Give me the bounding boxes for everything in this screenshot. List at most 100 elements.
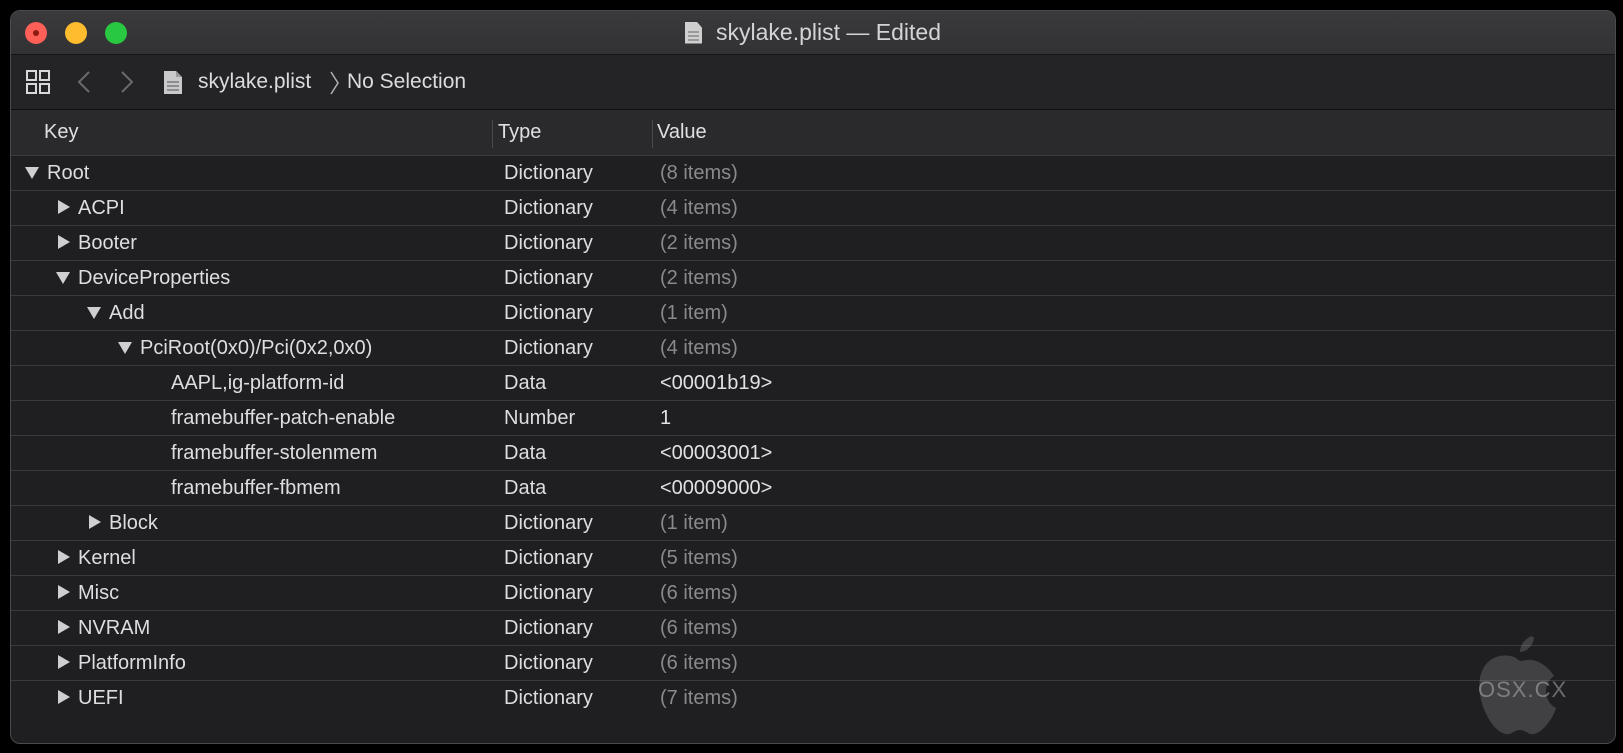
plist-editor-window: skylake.plist — Edited skylake.plist No … <box>10 10 1616 744</box>
table-row[interactable]: framebuffer-fbmem Data <00009000> <box>11 471 1615 506</box>
table-row[interactable]: Misc Dictionary (6 items) <box>11 576 1615 611</box>
column-header-key[interactable]: Key <box>44 110 78 155</box>
row-key-label: Add <box>109 302 145 324</box>
title-bar[interactable]: skylake.plist — Edited <box>11 11 1615 55</box>
row-key[interactable]: Block <box>86 506 158 540</box>
disclosure-expanded-icon[interactable] <box>86 304 102 320</box>
row-key[interactable]: Add <box>86 296 145 330</box>
row-type[interactable]: Dictionary <box>504 331 593 365</box>
row-type[interactable]: Dictionary <box>504 646 593 680</box>
forward-arrow-icon[interactable] <box>117 69 137 95</box>
row-value[interactable]: (4 items) <box>660 191 738 225</box>
back-arrow-icon[interactable] <box>74 69 94 95</box>
disclosure-expanded-icon[interactable] <box>117 339 133 355</box>
row-key-label: Kernel <box>78 547 136 569</box>
row-key[interactable]: ACPI <box>55 191 125 225</box>
row-value[interactable]: (4 items) <box>660 331 738 365</box>
row-value[interactable]: (6 items) <box>660 646 738 680</box>
row-key[interactable]: PciRoot(0x0)/Pci(0x2,0x0) <box>117 331 372 365</box>
row-type[interactable]: Dictionary <box>504 541 593 575</box>
row-type[interactable]: Data <box>504 366 546 400</box>
row-key-label: PciRoot(0x0)/Pci(0x2,0x0) <box>140 337 373 359</box>
row-key[interactable]: UEFI <box>55 681 124 715</box>
row-key[interactable]: NVRAM <box>55 611 150 645</box>
title-area: skylake.plist — Edited <box>11 11 1615 54</box>
row-key-label: Booter <box>78 232 137 254</box>
row-value[interactable]: (6 items) <box>660 576 738 610</box>
disclosure-collapsed-icon[interactable] <box>55 199 71 215</box>
table-row[interactable]: NVRAM Dictionary (6 items) <box>11 611 1615 646</box>
row-value[interactable]: (7 items) <box>660 681 738 715</box>
table-row[interactable]: ACPI Dictionary (4 items) <box>11 191 1615 226</box>
disclosure-expanded-icon[interactable] <box>24 164 40 180</box>
related-items-grid-icon[interactable] <box>26 70 50 94</box>
row-key[interactable]: framebuffer-fbmem <box>171 471 341 505</box>
column-divider[interactable] <box>652 120 653 148</box>
table-row[interactable]: Kernel Dictionary (5 items) <box>11 541 1615 576</box>
table-row[interactable]: framebuffer-patch-enable Number 1 <box>11 401 1615 436</box>
row-value[interactable]: (2 items) <box>660 226 738 260</box>
row-type[interactable]: Dictionary <box>504 261 593 295</box>
disclosure-collapsed-icon[interactable] <box>86 514 102 530</box>
row-value[interactable]: (5 items) <box>660 541 738 575</box>
row-type[interactable]: Number <box>504 401 575 435</box>
disclosure-collapsed-icon[interactable] <box>55 234 71 250</box>
row-type[interactable]: Dictionary <box>504 681 593 715</box>
row-key[interactable]: Misc <box>55 576 119 610</box>
row-key[interactable]: framebuffer-stolenmem <box>171 436 377 470</box>
column-header-type[interactable]: Type <box>498 110 541 155</box>
table-row[interactable]: Booter Dictionary (2 items) <box>11 226 1615 261</box>
disclosure-collapsed-icon[interactable] <box>55 689 71 705</box>
column-header-value[interactable]: Value <box>657 110 707 155</box>
disclosure-collapsed-icon[interactable] <box>55 654 71 670</box>
row-type[interactable]: Dictionary <box>504 611 593 645</box>
row-key[interactable]: Booter <box>55 226 137 260</box>
row-key[interactable]: AAPL,ig-platform-id <box>171 366 344 400</box>
table-row[interactable]: UEFI Dictionary (7 items) <box>11 681 1615 715</box>
row-value[interactable]: (8 items) <box>660 156 738 190</box>
row-value[interactable]: <00001b19> <box>660 366 772 400</box>
watermark-text: OSX.CX <box>1478 677 1568 702</box>
row-type[interactable]: Dictionary <box>504 506 593 540</box>
disclosure-collapsed-icon[interactable] <box>55 619 71 635</box>
disclosure-collapsed-icon[interactable] <box>55 584 71 600</box>
row-value[interactable]: <00003001> <box>660 436 772 470</box>
row-value[interactable]: (2 items) <box>660 261 738 295</box>
table-row[interactable]: PciRoot(0x0)/Pci(0x2,0x0) Dictionary (4 … <box>11 331 1615 366</box>
row-key[interactable]: Root <box>24 156 89 190</box>
window-title: skylake.plist — Edited <box>716 19 941 45</box>
column-divider[interactable] <box>492 120 493 148</box>
row-type[interactable]: Data <box>504 436 546 470</box>
row-key[interactable]: DeviceProperties <box>55 261 230 295</box>
row-key[interactable]: PlatformInfo <box>55 646 186 680</box>
row-type[interactable]: Dictionary <box>504 191 593 225</box>
row-key-label: DeviceProperties <box>78 267 231 289</box>
document-icon <box>685 21 702 44</box>
disclosure-collapsed-icon[interactable] <box>55 549 71 565</box>
row-value[interactable]: (6 items) <box>660 611 738 645</box>
table-row[interactable]: Root Dictionary (8 items) <box>11 156 1615 191</box>
row-type[interactable]: Dictionary <box>504 156 593 190</box>
row-value[interactable]: 1 <box>660 401 671 435</box>
breadcrumb-selection[interactable]: No Selection <box>347 69 466 95</box>
table-row[interactable]: PlatformInfo Dictionary (6 items) <box>11 646 1615 681</box>
row-value[interactable]: (1 item) <box>660 296 728 330</box>
row-type[interactable]: Dictionary <box>504 226 593 260</box>
row-key-label: Misc <box>78 582 120 604</box>
disclosure-expanded-icon[interactable] <box>55 269 71 285</box>
table-row[interactable]: Block Dictionary (1 item) <box>11 506 1615 541</box>
row-value[interactable]: <00009000> <box>660 471 772 505</box>
table-row[interactable]: DeviceProperties Dictionary (2 items) <box>11 261 1615 296</box>
row-key[interactable]: Kernel <box>55 541 136 575</box>
table-row[interactable]: AAPL,ig-platform-id Data <00001b19> <box>11 366 1615 401</box>
row-key-label: NVRAM <box>78 617 151 639</box>
row-key[interactable]: framebuffer-patch-enable <box>171 401 395 435</box>
row-key-label: ACPI <box>78 197 125 219</box>
row-type[interactable]: Dictionary <box>504 576 593 610</box>
row-type[interactable]: Data <box>504 471 546 505</box>
row-value[interactable]: (1 item) <box>660 506 728 540</box>
row-type[interactable]: Dictionary <box>504 296 593 330</box>
breadcrumb-file[interactable]: skylake.plist <box>198 69 311 95</box>
table-row[interactable]: Add Dictionary (1 item) <box>11 296 1615 331</box>
table-row[interactable]: framebuffer-stolenmem Data <00003001> <box>11 436 1615 471</box>
